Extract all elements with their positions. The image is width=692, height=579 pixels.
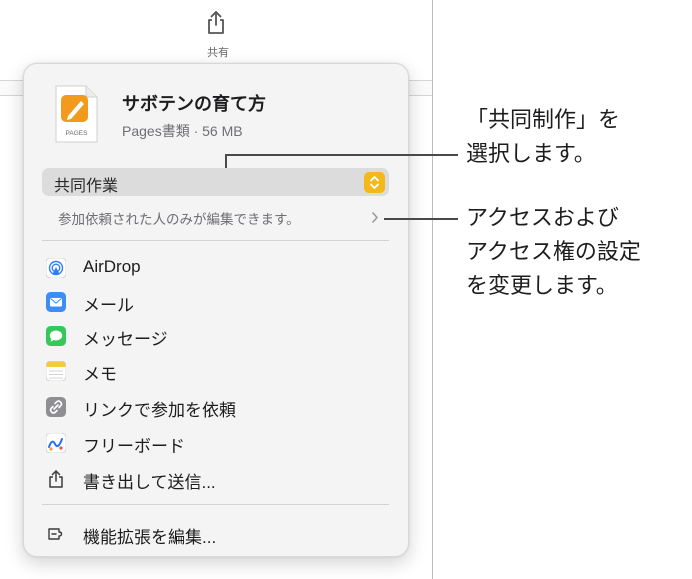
mail-icon bbox=[46, 292, 66, 312]
menu-item-label: フリーボード bbox=[83, 437, 185, 456]
menu-item-messages[interactable]: メッセージ bbox=[42, 321, 389, 351]
menu-item-notes[interactable]: メモ bbox=[42, 356, 389, 386]
messages-icon bbox=[46, 326, 66, 346]
chevron-right-icon bbox=[372, 212, 378, 223]
extensions-icon bbox=[48, 528, 63, 540]
callout-access-line2: アクセス権の設定 bbox=[466, 239, 641, 264]
divider bbox=[42, 240, 389, 241]
menu-item-freeform[interactable]: フリーボード bbox=[42, 428, 389, 458]
divider bbox=[42, 504, 389, 505]
callout-select-collab-line2: 選択します。 bbox=[466, 141, 596, 166]
callout-access-line1: アクセスおよび bbox=[466, 205, 619, 230]
toolbar-share-label: 共有 bbox=[207, 47, 229, 58]
menu-item-label: リンクで参加を依頼 bbox=[83, 401, 236, 420]
collaboration-mode-value: 共同作業 bbox=[54, 178, 119, 195]
collaboration-mode-select[interactable]: 共同作業 bbox=[42, 168, 389, 196]
freeform-icon bbox=[46, 433, 66, 453]
menu-item-label: 機能拡張を編集... bbox=[83, 528, 217, 547]
select-stepper-icon bbox=[364, 172, 385, 193]
menu-item-airdrop[interactable]: AirDrop bbox=[42, 253, 389, 283]
menu-item-invite-link[interactable]: リンクで参加を依頼 bbox=[42, 392, 389, 422]
menu-item-export-send[interactable]: 書き出して送信... bbox=[42, 464, 389, 494]
menu-item-label: メッセージ bbox=[83, 330, 168, 349]
callout-access-line3: を変更します。 bbox=[466, 273, 618, 298]
file-meta: Pages書類 · 56 MB bbox=[122, 123, 243, 139]
link-icon bbox=[46, 397, 66, 417]
access-settings-row[interactable]: 参加依頼された人のみが編集できます。 bbox=[42, 206, 389, 228]
share-export-icon bbox=[49, 470, 63, 488]
file-title: サボテンの育て方 bbox=[122, 94, 266, 114]
menu-item-edit-extensions[interactable]: 機能拡張を編集... bbox=[42, 519, 389, 549]
menu-item-mail[interactable]: メール bbox=[42, 287, 389, 317]
toolbar-share-button[interactable] bbox=[205, 10, 227, 36]
access-settings-text: 参加依頼された人のみが編集できます。 bbox=[58, 212, 300, 227]
menu-item-label: 書き出して送信... bbox=[83, 473, 216, 492]
share-popover: PAGES サボテンの育て方 Pages書類 · 56 MB 共同作業 参加依頼… bbox=[23, 63, 409, 557]
menu-item-label: メモ bbox=[83, 365, 117, 384]
airdrop-icon bbox=[46, 258, 66, 278]
callout-leader-tick bbox=[225, 155, 227, 168]
callout-leader-line bbox=[225, 154, 458, 156]
pages-document-icon: PAGES bbox=[55, 85, 98, 143]
notes-icon bbox=[46, 361, 66, 381]
callout-select-collab-line1: 「共同制作」を bbox=[466, 107, 621, 132]
callout-leader-line bbox=[384, 218, 458, 220]
menu-item-label: メール bbox=[83, 296, 134, 315]
file-icon-label: PAGES bbox=[66, 130, 89, 137]
menu-item-label: AirDrop bbox=[83, 257, 141, 276]
